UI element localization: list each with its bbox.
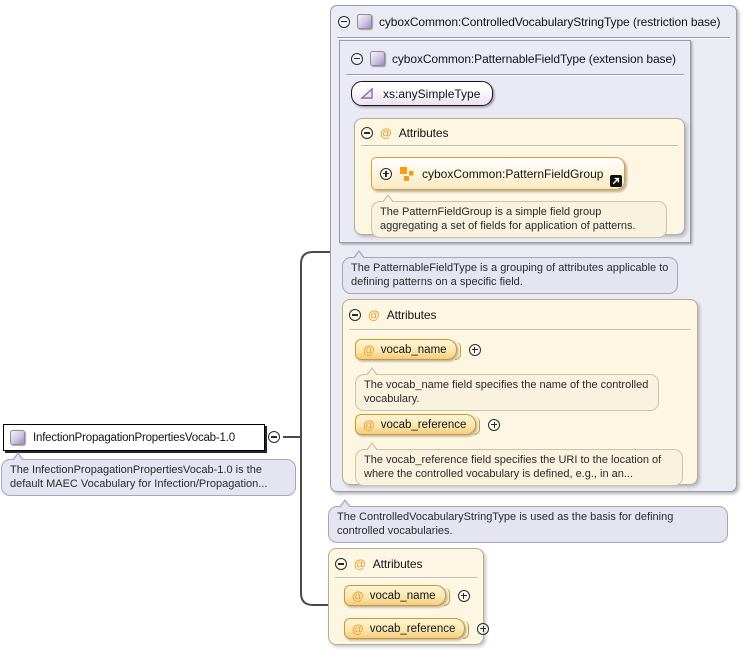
patternfieldgroup-box[interactable]: cyboxCommon:PatternFieldGroup bbox=[371, 157, 625, 190]
outer-type-collapse-toggle[interactable] bbox=[338, 16, 350, 28]
base-type-name: xs:anySimpleType bbox=[383, 87, 480, 101]
vocab-name-description: The vocab_name field specifies the name … bbox=[355, 374, 659, 411]
type-square-icon bbox=[10, 430, 25, 445]
element-name: InfectionPropagationPropertiesVocab-1.0 bbox=[33, 432, 235, 444]
element-description: The InfectionPropagationPropertiesVocab-… bbox=[1, 459, 296, 496]
vocab-reference-attribute[interactable]: @ vocab_reference bbox=[344, 618, 465, 639]
divider bbox=[335, 577, 477, 578]
schema-diagram: InfectionPropagationPropertiesVocab-1.0 … bbox=[0, 0, 745, 652]
attribute-name: vocab_reference bbox=[381, 419, 467, 431]
patternfieldgroup-name: cyboxCommon:PatternFieldGroup bbox=[422, 167, 603, 181]
vocab-name-attribute[interactable]: @ vocab_name bbox=[344, 585, 446, 606]
attribute-name: vocab_name bbox=[370, 590, 436, 602]
attribute-at-icon: @ bbox=[352, 623, 364, 635]
attribute-at-icon: @ bbox=[354, 558, 366, 570]
element-attributes-title: Attributes bbox=[373, 557, 423, 571]
vocab-reference-expand-toggle[interactable] bbox=[477, 623, 489, 635]
controlledvocabularystringtype-container: cyboxCommon:ControlledVocabularyStringTy… bbox=[330, 5, 737, 492]
element-attributes-collapse-toggle[interactable] bbox=[335, 558, 347, 570]
vocab-name-expand-toggle[interactable] bbox=[469, 344, 481, 356]
patternfieldgroup-expand-toggle[interactable] bbox=[380, 168, 392, 180]
inner-attributes-collapse-toggle[interactable] bbox=[361, 127, 373, 139]
vocab-reference-description: The vocab_reference field specifies the … bbox=[355, 449, 683, 486]
controlledvocabularystringtype-description: The ControlledVocabularyStringType is us… bbox=[328, 506, 728, 543]
base-type-badge[interactable]: xs:anySimpleType bbox=[351, 81, 493, 106]
attribute-row-vocab-reference: @ vocab_reference bbox=[344, 618, 489, 639]
vocab-name-expand-toggle[interactable] bbox=[458, 590, 470, 602]
type-attributes-title: Attributes bbox=[387, 308, 437, 322]
element-collapse-toggle[interactable] bbox=[268, 431, 280, 443]
attribute-at-icon: @ bbox=[363, 419, 375, 431]
vocab-reference-attribute[interactable]: @ vocab_reference bbox=[355, 414, 476, 435]
divider bbox=[361, 145, 678, 146]
attribute-row-vocab-name: @ vocab_name bbox=[355, 339, 481, 360]
vocab-reference-expand-toggle[interactable] bbox=[488, 419, 500, 431]
inner-attributes-section: @ Attributes cyboxCommon:PatternFieldGro… bbox=[354, 118, 685, 235]
divider bbox=[337, 37, 730, 38]
attribute-at-icon: @ bbox=[363, 344, 375, 356]
type-square-icon bbox=[370, 51, 385, 66]
inner-type-title: cyboxCommon:PatternableFieldType (extens… bbox=[392, 52, 676, 66]
divider bbox=[346, 74, 684, 75]
element-attributes-section: @ Attributes @ vocab_name @ vocab_refere… bbox=[328, 548, 484, 645]
type-square-icon bbox=[357, 14, 372, 29]
attribute-at-icon: @ bbox=[380, 127, 392, 139]
type-attributes-section: @ Attributes @ vocab_name The vocab_name… bbox=[342, 299, 698, 485]
inner-attributes-title: Attributes bbox=[399, 126, 449, 140]
attribute-at-icon: @ bbox=[368, 309, 380, 321]
patternfieldgroup-description: The PatternFieldGroup is a simple field … bbox=[371, 201, 667, 238]
type-attributes-collapse-toggle[interactable] bbox=[349, 309, 361, 321]
attribute-row-vocab-reference: @ vocab_reference bbox=[355, 414, 500, 435]
navigate-to-definition-icon[interactable] bbox=[610, 175, 622, 187]
attribute-name: vocab_name bbox=[381, 344, 447, 356]
simple-type-icon bbox=[360, 87, 375, 100]
inner-type-collapse-toggle[interactable] bbox=[351, 53, 363, 65]
patternablefieldtype-container: cyboxCommon:PatternableFieldType (extens… bbox=[339, 40, 691, 243]
attribute-name: vocab_reference bbox=[370, 623, 456, 635]
patternablefieldtype-description: The PatternableFieldType is a grouping o… bbox=[342, 257, 678, 294]
vocab-name-attribute[interactable]: @ vocab_name bbox=[355, 339, 457, 360]
element-infectionpropagationpropertiesvocab[interactable]: InfectionPropagationPropertiesVocab-1.0 bbox=[3, 424, 265, 451]
attribute-group-icon bbox=[400, 167, 414, 181]
attribute-row-vocab-name: @ vocab_name bbox=[344, 585, 470, 606]
divider bbox=[349, 329, 691, 330]
outer-type-title: cyboxCommon:ControlledVocabularyStringTy… bbox=[379, 15, 720, 29]
attribute-at-icon: @ bbox=[352, 590, 364, 602]
